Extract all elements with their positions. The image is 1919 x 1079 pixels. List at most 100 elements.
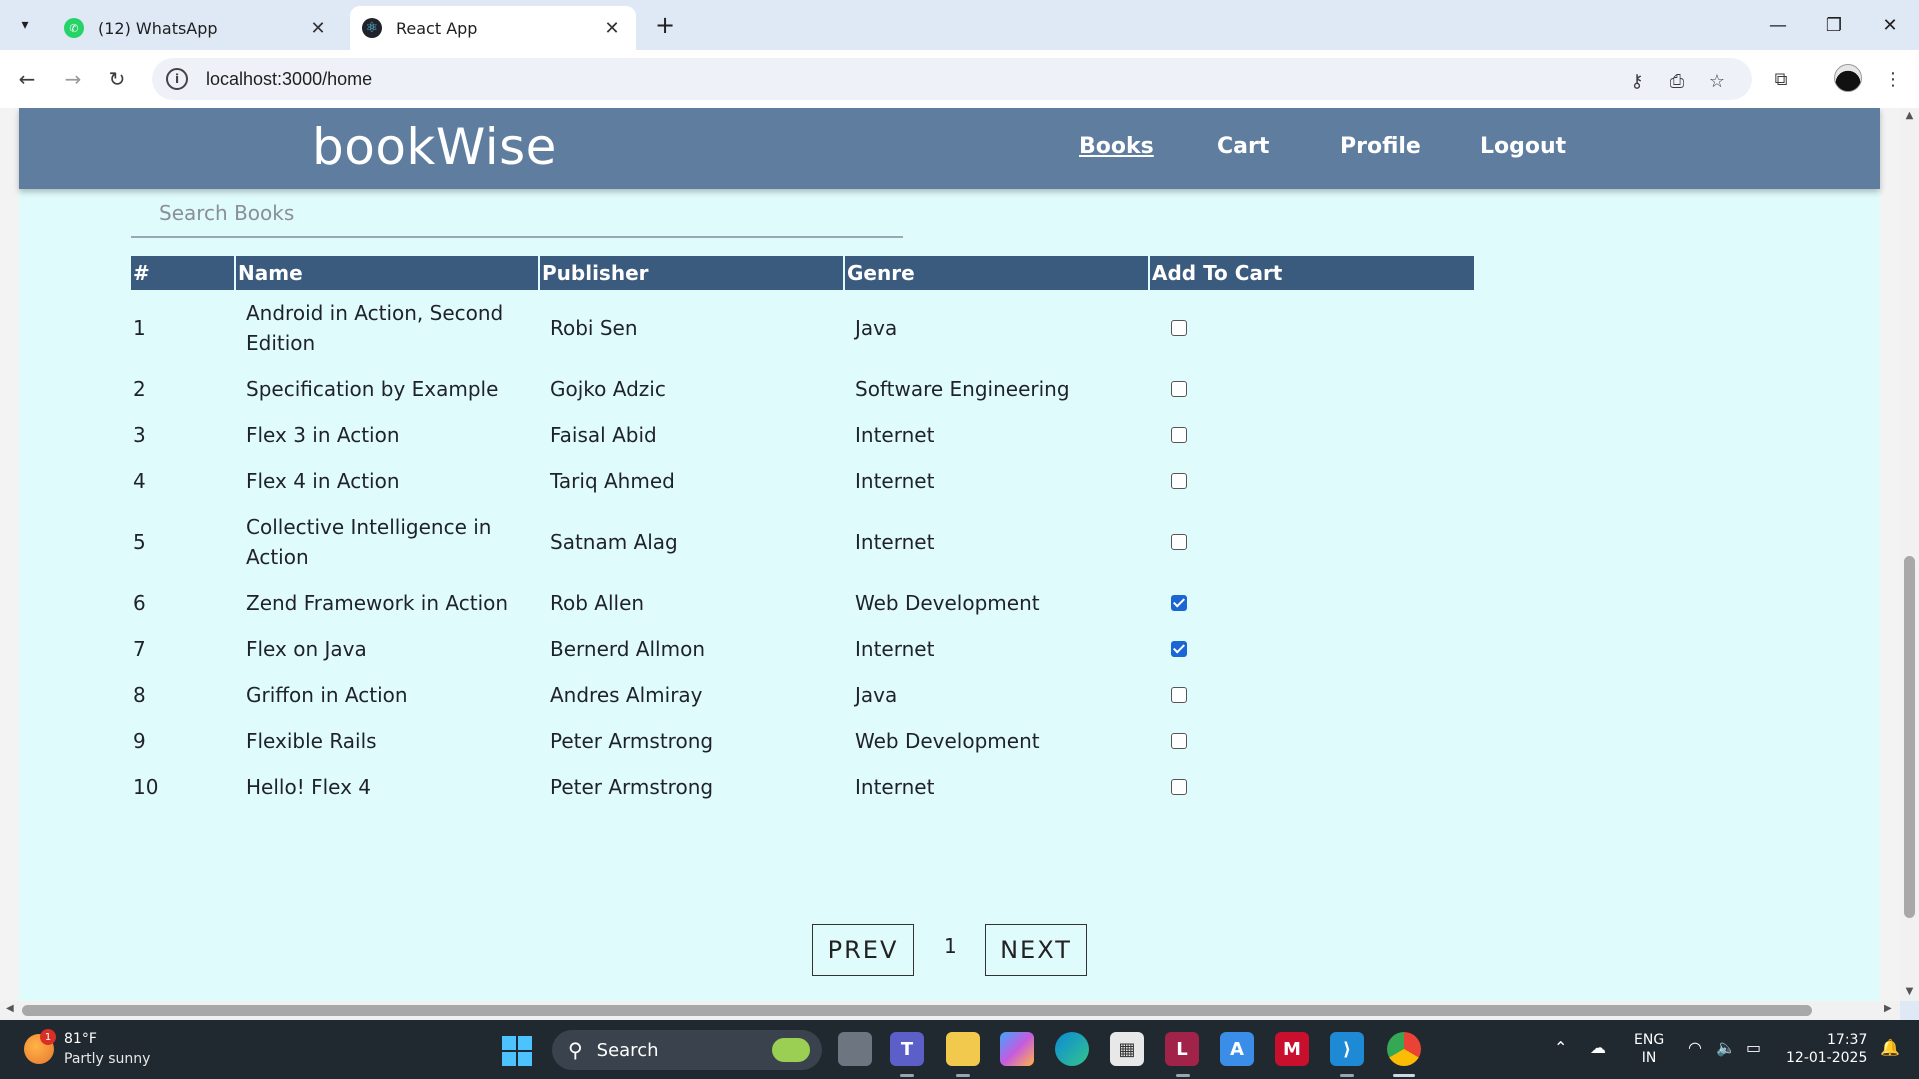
react-icon: ⚛ (362, 18, 382, 38)
book-publisher: Bernerd Allmon (550, 637, 705, 661)
tab-react-app[interactable]: ⚛ React App ✕ (350, 6, 636, 50)
app-page: bookWise Books Cart Profile Logout # Nam… (19, 108, 1880, 1001)
reload-icon[interactable]: ↻ (100, 62, 134, 96)
windows-start-icon[interactable] (502, 1036, 532, 1066)
scroll-up-icon[interactable]: ▲ (1900, 110, 1919, 121)
nav-profile[interactable]: Profile (1340, 134, 1421, 159)
book-number: 4 (133, 469, 146, 493)
store-icon[interactable]: ▦ (1110, 1032, 1144, 1066)
brand-logo[interactable]: bookWise (312, 118, 557, 176)
password-key-icon[interactable]: ⚷ (1622, 66, 1652, 96)
input-language[interactable]: ENG IN (1634, 1031, 1664, 1067)
notification-bell-icon[interactable]: 🔔 (1880, 1038, 1900, 1057)
site-info-icon[interactable]: i (166, 68, 188, 90)
table-row: 8 Griffon in Action Andres Almiray Java (131, 672, 1474, 718)
weather-badge: 1 (40, 1029, 56, 1045)
vscode-icon[interactable]: ⟩ (1330, 1032, 1364, 1066)
header-add-to-cart: Add To Cart (1149, 256, 1474, 290)
edge-icon[interactable] (1055, 1032, 1089, 1066)
add-to-cart-checkbox[interactable] (1171, 320, 1187, 336)
book-name: Collective Intelligence in Action (246, 515, 492, 569)
book-name: Flexible Rails (246, 729, 377, 753)
table-row: 2 Specification by Example Gojko Adzic Soft… (131, 366, 1474, 412)
add-to-cart-checkbox[interactable] (1171, 641, 1187, 657)
page-viewport: bookWise Books Cart Profile Logout # Nam… (0, 108, 1900, 1001)
add-to-cart-checkbox[interactable] (1171, 779, 1187, 795)
address-bar[interactable]: i localhost:3000/home ⚷ ⎙ ☆ (152, 58, 1752, 100)
system-clock[interactable]: 17:37 12-01-2025 (1786, 1031, 1867, 1067)
browser-toolbar: ← → ↻ i localhost:3000/home ⚷ ⎙ ☆ ⧉ ⋮ (0, 50, 1919, 108)
app-running-indicator (900, 1074, 914, 1077)
add-to-cart-cell (1149, 718, 1474, 764)
nav-books[interactable]: Books (1079, 134, 1154, 159)
address-url[interactable]: localhost:3000/home (206, 69, 372, 90)
app-running-indicator (956, 1074, 970, 1077)
back-arrow-icon[interactable]: ← (10, 62, 44, 96)
bookmark-star-icon[interactable]: ☆ (1702, 66, 1732, 96)
book-number: 10 (133, 775, 159, 799)
browser-menu-icon[interactable]: ⋮ (1878, 64, 1908, 94)
weather-temperature[interactable]: 81°F (64, 1031, 97, 1047)
tab-title: (12) WhatsApp (98, 18, 218, 38)
books-table: # Name Publisher Genre Add To Cart 1 Andr… (131, 256, 1474, 810)
add-to-cart-cell (1149, 458, 1474, 504)
close-window-icon[interactable]: ✕ (1862, 0, 1918, 50)
tab-search-chevron-icon[interactable]: ▾ (10, 10, 40, 40)
book-genre: Web Development (855, 729, 1040, 753)
book-number: 1 (133, 316, 146, 340)
forward-arrow-icon[interactable]: → (56, 62, 90, 96)
add-to-cart-checkbox[interactable] (1171, 733, 1187, 749)
close-tab-icon[interactable]: ✕ (306, 18, 330, 39)
book-name: Flex 4 in Action (246, 469, 400, 493)
horizontal-scroll-thumb[interactable] (22, 1005, 1812, 1016)
profile-avatar[interactable] (1834, 64, 1862, 92)
volume-icon[interactable]: 🔈 (1716, 1038, 1736, 1057)
show-hidden-icons-chevron-icon[interactable]: ⌃ (1554, 1038, 1567, 1057)
extensions-puzzle-icon[interactable]: ⧉ (1766, 64, 1796, 94)
mcafee-icon[interactable]: M (1275, 1032, 1309, 1066)
new-tab-plus-icon[interactable]: + (648, 8, 682, 42)
scroll-left-icon[interactable]: ◀ (6, 1003, 14, 1014)
weather-description[interactable]: Partly sunny (64, 1051, 150, 1067)
file-explorer-icon[interactable] (946, 1032, 980, 1066)
add-to-cart-checkbox[interactable] (1171, 473, 1187, 489)
task-view-icon[interactable] (838, 1032, 872, 1066)
app-running-indicator (1176, 1074, 1190, 1077)
next-page-button[interactable]: NEXT (985, 924, 1087, 976)
add-to-cart-cell (1149, 504, 1474, 580)
onedrive-cloud-icon[interactable]: ☁ (1590, 1038, 1606, 1057)
table-row: 10 Hello! Flex 4 Peter Armstrong Internet (131, 764, 1474, 810)
book-publisher: Rob Allen (550, 591, 645, 615)
add-to-cart-checkbox[interactable] (1171, 381, 1187, 397)
taskbar-search[interactable]: ⚲ Search (552, 1030, 822, 1070)
teams-icon[interactable]: T (890, 1032, 924, 1066)
azure-icon[interactable]: A (1220, 1032, 1254, 1066)
book-genre: Internet (855, 637, 935, 661)
add-to-cart-checkbox[interactable] (1171, 427, 1187, 443)
tab-whatsapp[interactable]: ✆ (12) WhatsApp ✕ (52, 6, 342, 50)
nav-logout[interactable]: Logout (1480, 134, 1566, 159)
launcher-l-icon[interactable]: L (1165, 1032, 1199, 1066)
vertical-scroll-thumb[interactable] (1904, 556, 1915, 918)
scroll-down-icon[interactable]: ▼ (1900, 986, 1919, 997)
add-to-cart-checkbox[interactable] (1171, 687, 1187, 703)
minimize-icon[interactable]: — (1750, 0, 1806, 50)
book-publisher: Andres Almiray (550, 683, 703, 707)
wifi-icon[interactable]: ◠ (1688, 1038, 1702, 1057)
battery-icon[interactable]: ▭ (1746, 1038, 1761, 1057)
chrome-icon[interactable] (1387, 1032, 1421, 1066)
nav-cart[interactable]: Cart (1217, 134, 1269, 159)
close-tab-icon[interactable]: ✕ (600, 18, 624, 39)
add-to-cart-checkbox[interactable] (1171, 534, 1187, 550)
restore-icon[interactable]: ❐ (1806, 0, 1862, 50)
header-publisher: Publisher (539, 256, 845, 290)
search-books-input[interactable] (131, 190, 903, 238)
vertical-scrollbar[interactable]: ▲ ▼ (1900, 108, 1919, 1001)
horizontal-scrollbar[interactable]: ◀ ▶ (0, 1001, 1900, 1020)
add-to-cart-checkbox[interactable] (1171, 595, 1187, 611)
header-number: # (131, 256, 236, 290)
prev-page-button[interactable]: PREV (812, 924, 914, 976)
scroll-right-icon[interactable]: ▶ (1884, 1003, 1892, 1014)
copilot-icon[interactable] (1000, 1032, 1034, 1066)
install-app-icon[interactable]: ⎙ (1662, 66, 1692, 96)
